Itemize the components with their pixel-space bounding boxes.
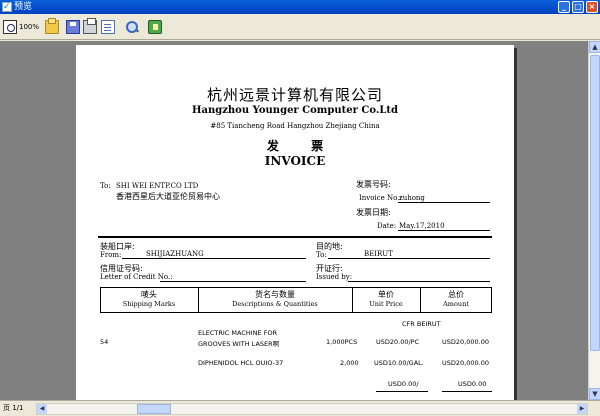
scroll-down-icon[interactable]: ▼ (589, 388, 600, 400)
subtotal-amount: USD0.00 (458, 380, 487, 388)
invoice-page: 杭州远景计算机有限公司 Hangzhou Younger Computer Co… (76, 45, 514, 400)
printer-icon (83, 18, 97, 34)
minimize-button[interactable]: _ (558, 1, 570, 13)
trade-terms: CFR BEIRUT (402, 320, 441, 328)
exit-button[interactable] (148, 18, 162, 36)
status-bar: 页 1/1 ◀ ▶ (0, 400, 600, 416)
row1-desc-line2: GROOVES WITH LASER啊 (198, 340, 280, 348)
invoice-no-label: Invoice No.: (359, 194, 402, 202)
invoice-no-cn: 发票号码: (356, 180, 391, 189)
row2-amount: USD20,000.00 (442, 359, 489, 367)
subtotal-price: USD0.00/ (388, 380, 419, 388)
folder-open-icon (45, 18, 59, 34)
toolbar: 100% (0, 14, 600, 40)
to-name-cn: 香港西星后大道亚伦贸易中心 (116, 192, 220, 201)
magnifier-icon (125, 20, 139, 34)
scroll-left-icon[interactable]: ◀ (37, 404, 47, 414)
row1-qty: 1,000PCS (326, 338, 358, 346)
open-button[interactable] (45, 18, 59, 36)
row1-amount: USD20,000.00 (442, 338, 489, 346)
row1-price: USD20.00/PC (376, 338, 420, 346)
from-value: SHIJIAZHUANG (146, 250, 204, 258)
app-icon (2, 0, 12, 14)
company-name-en: Hangzhou Younger Computer Co.Ltd (192, 105, 398, 116)
scroll-up-icon[interactable]: ▲ (589, 41, 600, 53)
date-label: Date: (377, 222, 397, 230)
row1-desc-line1: ELECTRIC MACHINE FOR (198, 329, 278, 337)
issued-by-label: Issued by: (316, 273, 353, 281)
save-icon (66, 20, 80, 34)
zoom-icon (3, 20, 17, 34)
zoom-label: 100% (19, 23, 40, 31)
exit-icon (148, 20, 162, 34)
page-indicator: 页 1/1 (3, 404, 24, 412)
date-cn: 发票日期: (356, 208, 391, 217)
find-button[interactable] (125, 18, 139, 36)
window-title: 预览 (14, 2, 33, 12)
invoice-no-value: zuhong (399, 194, 425, 202)
header-amount: 总价 Amount (443, 290, 469, 308)
header-unit-price: 单价 Unit Price (369, 290, 403, 308)
invoice-title-en: INVOICE (264, 154, 326, 168)
header-shipping-marks: 唛头 Shipping Marks (122, 290, 176, 308)
preview-area[interactable]: 杭州远景计算机有限公司 Hangzhou Younger Computer Co… (0, 41, 588, 400)
close-button[interactable]: × (586, 1, 598, 13)
to2-value: BEIRUT (364, 250, 393, 258)
row2-desc-line1: DIPHENIDOL HCL OUIO-37 (198, 359, 284, 367)
company-address: #85 Tiancheng Road Hangzhou Zhejiang Chi… (210, 122, 380, 130)
vertical-scrollbar[interactable]: ▲ ▼ (588, 41, 600, 400)
from-label: From: (100, 251, 122, 259)
title-bar: 预览 _ □ × (0, 0, 600, 14)
save-button[interactable] (66, 18, 80, 36)
to-label: To: (100, 182, 111, 190)
page-setup-button[interactable] (101, 18, 115, 36)
to-name: SHI WEI ENTP.CO LTD (116, 182, 199, 190)
invoice-title-cn: 发 票 (266, 139, 338, 153)
header-descriptions: 货名与数量 Descriptions & Quantities (232, 290, 318, 308)
zoom-button[interactable]: 100% (3, 18, 39, 36)
horizontal-scroll-thumb[interactable] (137, 404, 171, 414)
vertical-scroll-thumb[interactable] (590, 55, 600, 351)
row2-qty: 2,000 (340, 359, 359, 367)
to2-label: To: (316, 251, 327, 259)
horizontal-scrollbar[interactable]: ◀ ▶ (36, 403, 588, 415)
print-button[interactable] (83, 18, 97, 36)
page-icon (101, 20, 115, 34)
shipping-mark-value: 54 (100, 338, 109, 346)
company-name-cn: 杭州远景计算机有限公司 (206, 86, 383, 104)
credit-label: Letter of Credit No.: (100, 273, 173, 281)
row2-price: USD10.00/GAL. (374, 359, 424, 367)
scroll-right-icon[interactable]: ▶ (577, 404, 587, 414)
date-value: May.17,2010 (399, 222, 445, 230)
maximize-button[interactable]: □ (572, 1, 584, 13)
